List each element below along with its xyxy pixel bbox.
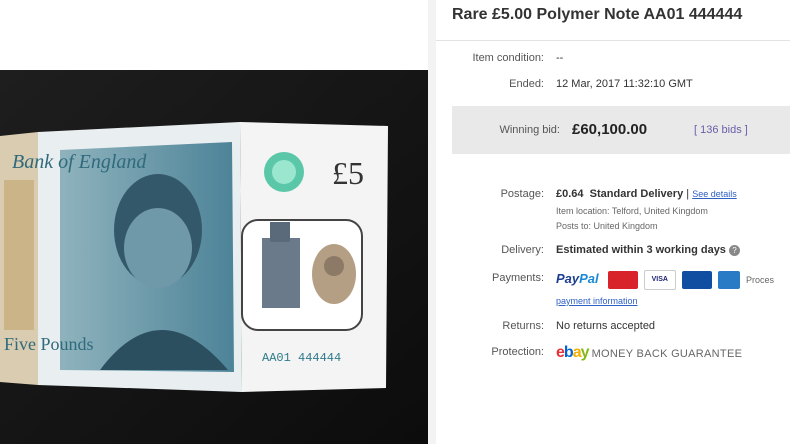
ended-value: 12 Mar, 2017 11:32:10 GMT	[556, 78, 693, 90]
visa-icon: VISA	[643, 270, 676, 290]
note-bank-text: Bank of England	[12, 151, 147, 173]
delivery-value-wrap: Estimated within 3 working days ?	[556, 244, 740, 256]
returns-value: No returns accepted	[556, 320, 656, 332]
payments-label: Payments:	[492, 272, 544, 284]
item-location: Item location: Telford, United Kingdom	[556, 206, 708, 216]
note-denomination: £5	[332, 155, 364, 191]
maestro-icon	[681, 271, 712, 289]
postage-separator: |	[686, 188, 690, 200]
help-icon[interactable]: ?	[729, 244, 740, 256]
processed-by-paypal: Processed by PayPal	[745, 275, 774, 285]
postage-method: Standard Delivery	[589, 188, 684, 200]
mastercard-icon	[607, 271, 638, 289]
delivery-value: Estimated within 3 working days	[556, 244, 726, 256]
blank-area	[0, 0, 428, 70]
winning-bid-label: Winning bid:	[499, 124, 560, 136]
money-back-guarantee: MONEY BACK GUARANTEE	[591, 348, 743, 360]
banknote-photo: Bank of England Five Pounds £5 AA01 4444…	[0, 70, 428, 444]
note-serial: AA01 444444	[262, 351, 341, 365]
delivery-label: Delivery:	[501, 244, 544, 256]
winning-bid-box: Winning bid: £60,100.00 [ 136 bids ]	[452, 106, 790, 154]
title-divider	[436, 40, 790, 41]
banknote-image: Bank of England Five Pounds £5 AA01 4444…	[0, 70, 428, 444]
see-details-link[interactable]: See details	[692, 189, 737, 199]
payment-information-link[interactable]: payment information	[556, 296, 638, 306]
amex-icon	[717, 271, 740, 289]
postage-price: £0.64	[556, 188, 584, 200]
column-divider	[428, 0, 436, 444]
paypal-logo: PayPal	[556, 270, 599, 286]
listing-details: Rare £5.00 Polymer Note AA01 444444 Item…	[436, 0, 790, 444]
protection-label: Protection:	[491, 346, 544, 358]
ended-label: Ended:	[509, 78, 544, 90]
protection-value: ebay MONEY BACK GUARANTEE	[556, 344, 742, 362]
item-condition-label: Item condition:	[472, 52, 544, 64]
returns-label: Returns:	[502, 320, 544, 332]
listing-title: Rare £5.00 Polymer Note AA01 444444	[452, 6, 743, 23]
payment-methods: PayPal VISA Processed by PayPal	[556, 270, 774, 290]
note-five-text: Five Pounds	[4, 334, 94, 354]
winning-bid-value: £60,100.00	[572, 121, 648, 138]
posts-to: Posts to: United Kingdom	[556, 221, 658, 231]
ebay-logo: ebay	[556, 344, 589, 361]
bids-count-link[interactable]: [ 136 bids ]	[694, 124, 748, 136]
postage-value: £0.64 Standard Delivery | See details	[556, 188, 737, 200]
postage-label: Postage:	[500, 188, 544, 200]
item-condition-value: --	[556, 52, 564, 64]
